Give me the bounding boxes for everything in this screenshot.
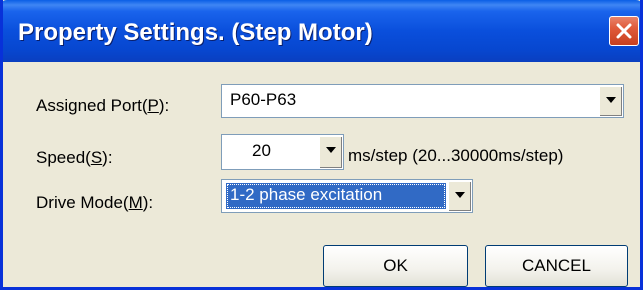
ok-button[interactable]: OK: [323, 245, 468, 287]
drive-mode-value: 1-2 phase excitation: [226, 183, 446, 209]
cancel-button[interactable]: CANCEL: [485, 245, 628, 287]
chevron-down-icon: [326, 147, 336, 153]
assigned-port-dropdown-button[interactable]: [599, 86, 622, 116]
speed-value: 20: [252, 141, 271, 160]
drive-mode-label: Drive Mode(M):: [36, 193, 154, 212]
chevron-down-icon: [606, 97, 616, 103]
assigned-port-label: Assigned Port(P):: [36, 96, 170, 115]
speed-select[interactable]: 20: [221, 134, 344, 170]
dialog-window: Property Settings. (Step Motor) Assigned…: [0, 0, 643, 290]
chevron-down-icon: [455, 192, 465, 198]
speed-unit-text: ms/step (20...30000ms/step): [348, 146, 564, 165]
speed-dropdown-button[interactable]: [319, 136, 342, 168]
speed-label: Speed(S):: [36, 148, 113, 167]
assigned-port-value: P60-P63: [230, 90, 297, 109]
dialog-title: Property Settings. (Step Motor): [18, 19, 373, 46]
close-button[interactable]: [609, 16, 639, 46]
title-bar[interactable]: Property Settings. (Step Motor): [3, 0, 640, 62]
drive-mode-dropdown-button[interactable]: [448, 181, 471, 211]
drive-mode-select[interactable]: 1-2 phase excitation: [221, 179, 473, 213]
close-icon: [616, 23, 632, 39]
assigned-port-select[interactable]: P60-P63: [221, 84, 624, 118]
